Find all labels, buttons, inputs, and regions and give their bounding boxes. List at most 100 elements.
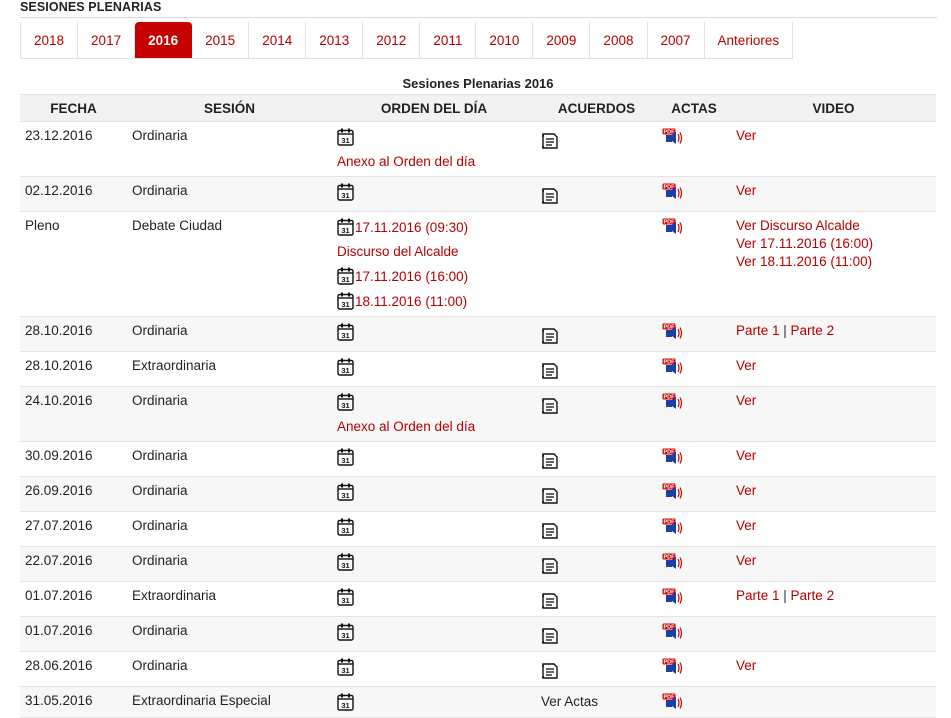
document-icon[interactable] [541, 522, 559, 540]
pdf-audio-icon[interactable]: PDF [662, 323, 684, 339]
pdf-audio-icon[interactable]: PDF [662, 588, 684, 604]
orden-link[interactable]: Anexo al Orden del día [337, 154, 475, 169]
calendar-31-icon[interactable]: 31 [337, 323, 354, 341]
tab-2010[interactable]: 2010 [476, 22, 534, 58]
cell-sesion: Ordinaria [127, 651, 332, 687]
svg-text:31: 31 [341, 275, 349, 284]
document-icon[interactable] [541, 487, 559, 505]
video-link[interactable]: Parte 2 [791, 588, 835, 603]
orden-link[interactable]: 17.11.2016 (16:00) [355, 269, 468, 284]
cell-fecha: 01.07.2016 [20, 616, 127, 652]
document-icon[interactable] [541, 662, 559, 680]
cell-orden: 31 [332, 176, 536, 212]
tab-2017[interactable]: 2017 [78, 22, 136, 58]
cell-orden: 31 [332, 351, 536, 387]
cell-sesion: Ordinaria [127, 386, 332, 442]
svg-text:31: 31 [341, 491, 349, 500]
table-row: Pleno Debate Ciudad 31 17.11.2016 (09:30) Di… [20, 211, 936, 317]
pdf-audio-icon[interactable]: PDF [662, 218, 684, 234]
video-link[interactable]: Ver 18.11.2016 (11:00) [736, 254, 872, 269]
calendar-31-icon[interactable]: 31 [337, 518, 354, 536]
pdf-audio-icon[interactable]: PDF [662, 183, 684, 199]
calendar-31-icon[interactable]: 31 [337, 358, 354, 376]
video-link[interactable]: Ver [736, 393, 756, 408]
document-icon[interactable] [541, 452, 559, 470]
cell-acuerdos [536, 176, 657, 212]
tab-2015[interactable]: 2015 [192, 22, 250, 58]
calendar-31-icon[interactable]: 31 [337, 448, 354, 466]
pdf-audio-icon[interactable]: PDF [662, 358, 684, 374]
calendar-31-icon[interactable]: 31 [337, 393, 354, 411]
orden-link[interactable]: Discurso del Alcalde [337, 244, 459, 259]
calendar-31-icon[interactable]: 31 [337, 218, 354, 236]
ver-actas-link[interactable]: Ver Actas [541, 693, 598, 711]
video-line: Ver [736, 447, 931, 465]
pdf-audio-icon[interactable]: PDF [662, 448, 684, 464]
calendar-31-icon[interactable]: 31 [337, 483, 354, 501]
cell-fecha: 02.12.2016 [20, 176, 127, 212]
calendar-31-icon[interactable]: 31 [337, 128, 354, 146]
header-fecha: FECHA [20, 94, 127, 122]
orden-link[interactable]: Anexo al Orden del día [337, 419, 475, 434]
document-icon[interactable] [541, 362, 559, 380]
video-link[interactable]: Parte 1 [736, 323, 780, 338]
orden-item: 31 [337, 553, 531, 572]
calendar-31-icon[interactable]: 31 [337, 267, 354, 285]
document-icon[interactable] [541, 397, 559, 415]
tab-2014[interactable]: 2014 [249, 22, 307, 58]
tab-2013[interactable]: 2013 [306, 22, 364, 58]
video-link[interactable]: Ver [736, 553, 756, 568]
video-link[interactable]: Parte 1 [736, 588, 780, 603]
pdf-audio-icon[interactable]: PDF [662, 518, 684, 534]
cell-acuerdos [536, 511, 657, 547]
tab-2008[interactable]: 2008 [590, 22, 648, 58]
tab-2011[interactable]: 2011 [420, 22, 477, 58]
calendar-31-icon[interactable]: 31 [337, 553, 354, 571]
calendar-31-icon[interactable]: 31 [337, 693, 354, 711]
document-icon[interactable] [541, 627, 559, 645]
tab-2016[interactable]: 2016 [135, 22, 193, 58]
video-line: Parte 1 | Parte 2 [736, 587, 931, 605]
separator: | [779, 323, 791, 338]
orden-item: Discurso del Alcalde [337, 243, 531, 261]
tab-anteriores[interactable]: Anteriores [705, 22, 794, 58]
video-link[interactable]: Ver [736, 128, 756, 143]
video-link[interactable]: Ver [736, 358, 756, 373]
svg-text:31: 31 [341, 456, 349, 465]
orden-link[interactable]: 18.11.2016 (11:00) [355, 294, 467, 309]
pdf-audio-icon[interactable]: PDF [662, 693, 684, 709]
video-link[interactable]: Ver [736, 658, 756, 673]
pdf-audio-icon[interactable]: PDF [662, 553, 684, 569]
header-actas: ACTAS [657, 94, 731, 122]
document-icon[interactable] [541, 592, 559, 610]
cell-fecha: 26.09.2016 [20, 476, 127, 512]
calendar-31-icon[interactable]: 31 [337, 588, 354, 606]
video-link[interactable]: Ver Discurso Alcalde [736, 218, 860, 233]
calendar-31-icon[interactable]: 31 [337, 658, 354, 676]
calendar-31-icon[interactable]: 31 [337, 183, 354, 201]
calendar-31-icon[interactable]: 31 [337, 623, 354, 641]
orden-item: 31 [337, 623, 531, 642]
pdf-audio-icon[interactable]: PDF [662, 393, 684, 409]
video-link[interactable]: Ver [736, 183, 756, 198]
calendar-31-icon[interactable]: 31 [337, 292, 354, 310]
video-link[interactable]: Ver 17.11.2016 (16:00) [736, 236, 873, 251]
document-icon[interactable] [541, 327, 559, 345]
video-link[interactable]: Ver [736, 518, 756, 533]
table-header-row: FECHA SESIÓN ORDEN DEL DÍA ACUERDOS ACTA… [20, 94, 936, 122]
document-icon[interactable] [541, 132, 559, 150]
document-icon[interactable] [541, 557, 559, 575]
tab-2012[interactable]: 2012 [363, 22, 421, 58]
tab-2009[interactable]: 2009 [533, 22, 591, 58]
tab-2018[interactable]: 2018 [20, 22, 79, 58]
pdf-audio-icon[interactable]: PDF [662, 483, 684, 499]
tab-2007[interactable]: 2007 [648, 22, 705, 58]
pdf-audio-icon[interactable]: PDF [662, 658, 684, 674]
pdf-audio-icon[interactable]: PDF [662, 128, 684, 144]
video-link[interactable]: Parte 2 [791, 323, 835, 338]
video-link[interactable]: Ver [736, 483, 756, 498]
pdf-audio-icon[interactable]: PDF [662, 623, 684, 639]
video-link[interactable]: Ver [736, 448, 756, 463]
document-icon[interactable] [541, 187, 559, 205]
orden-link[interactable]: 17.11.2016 (09:30) [355, 220, 468, 235]
